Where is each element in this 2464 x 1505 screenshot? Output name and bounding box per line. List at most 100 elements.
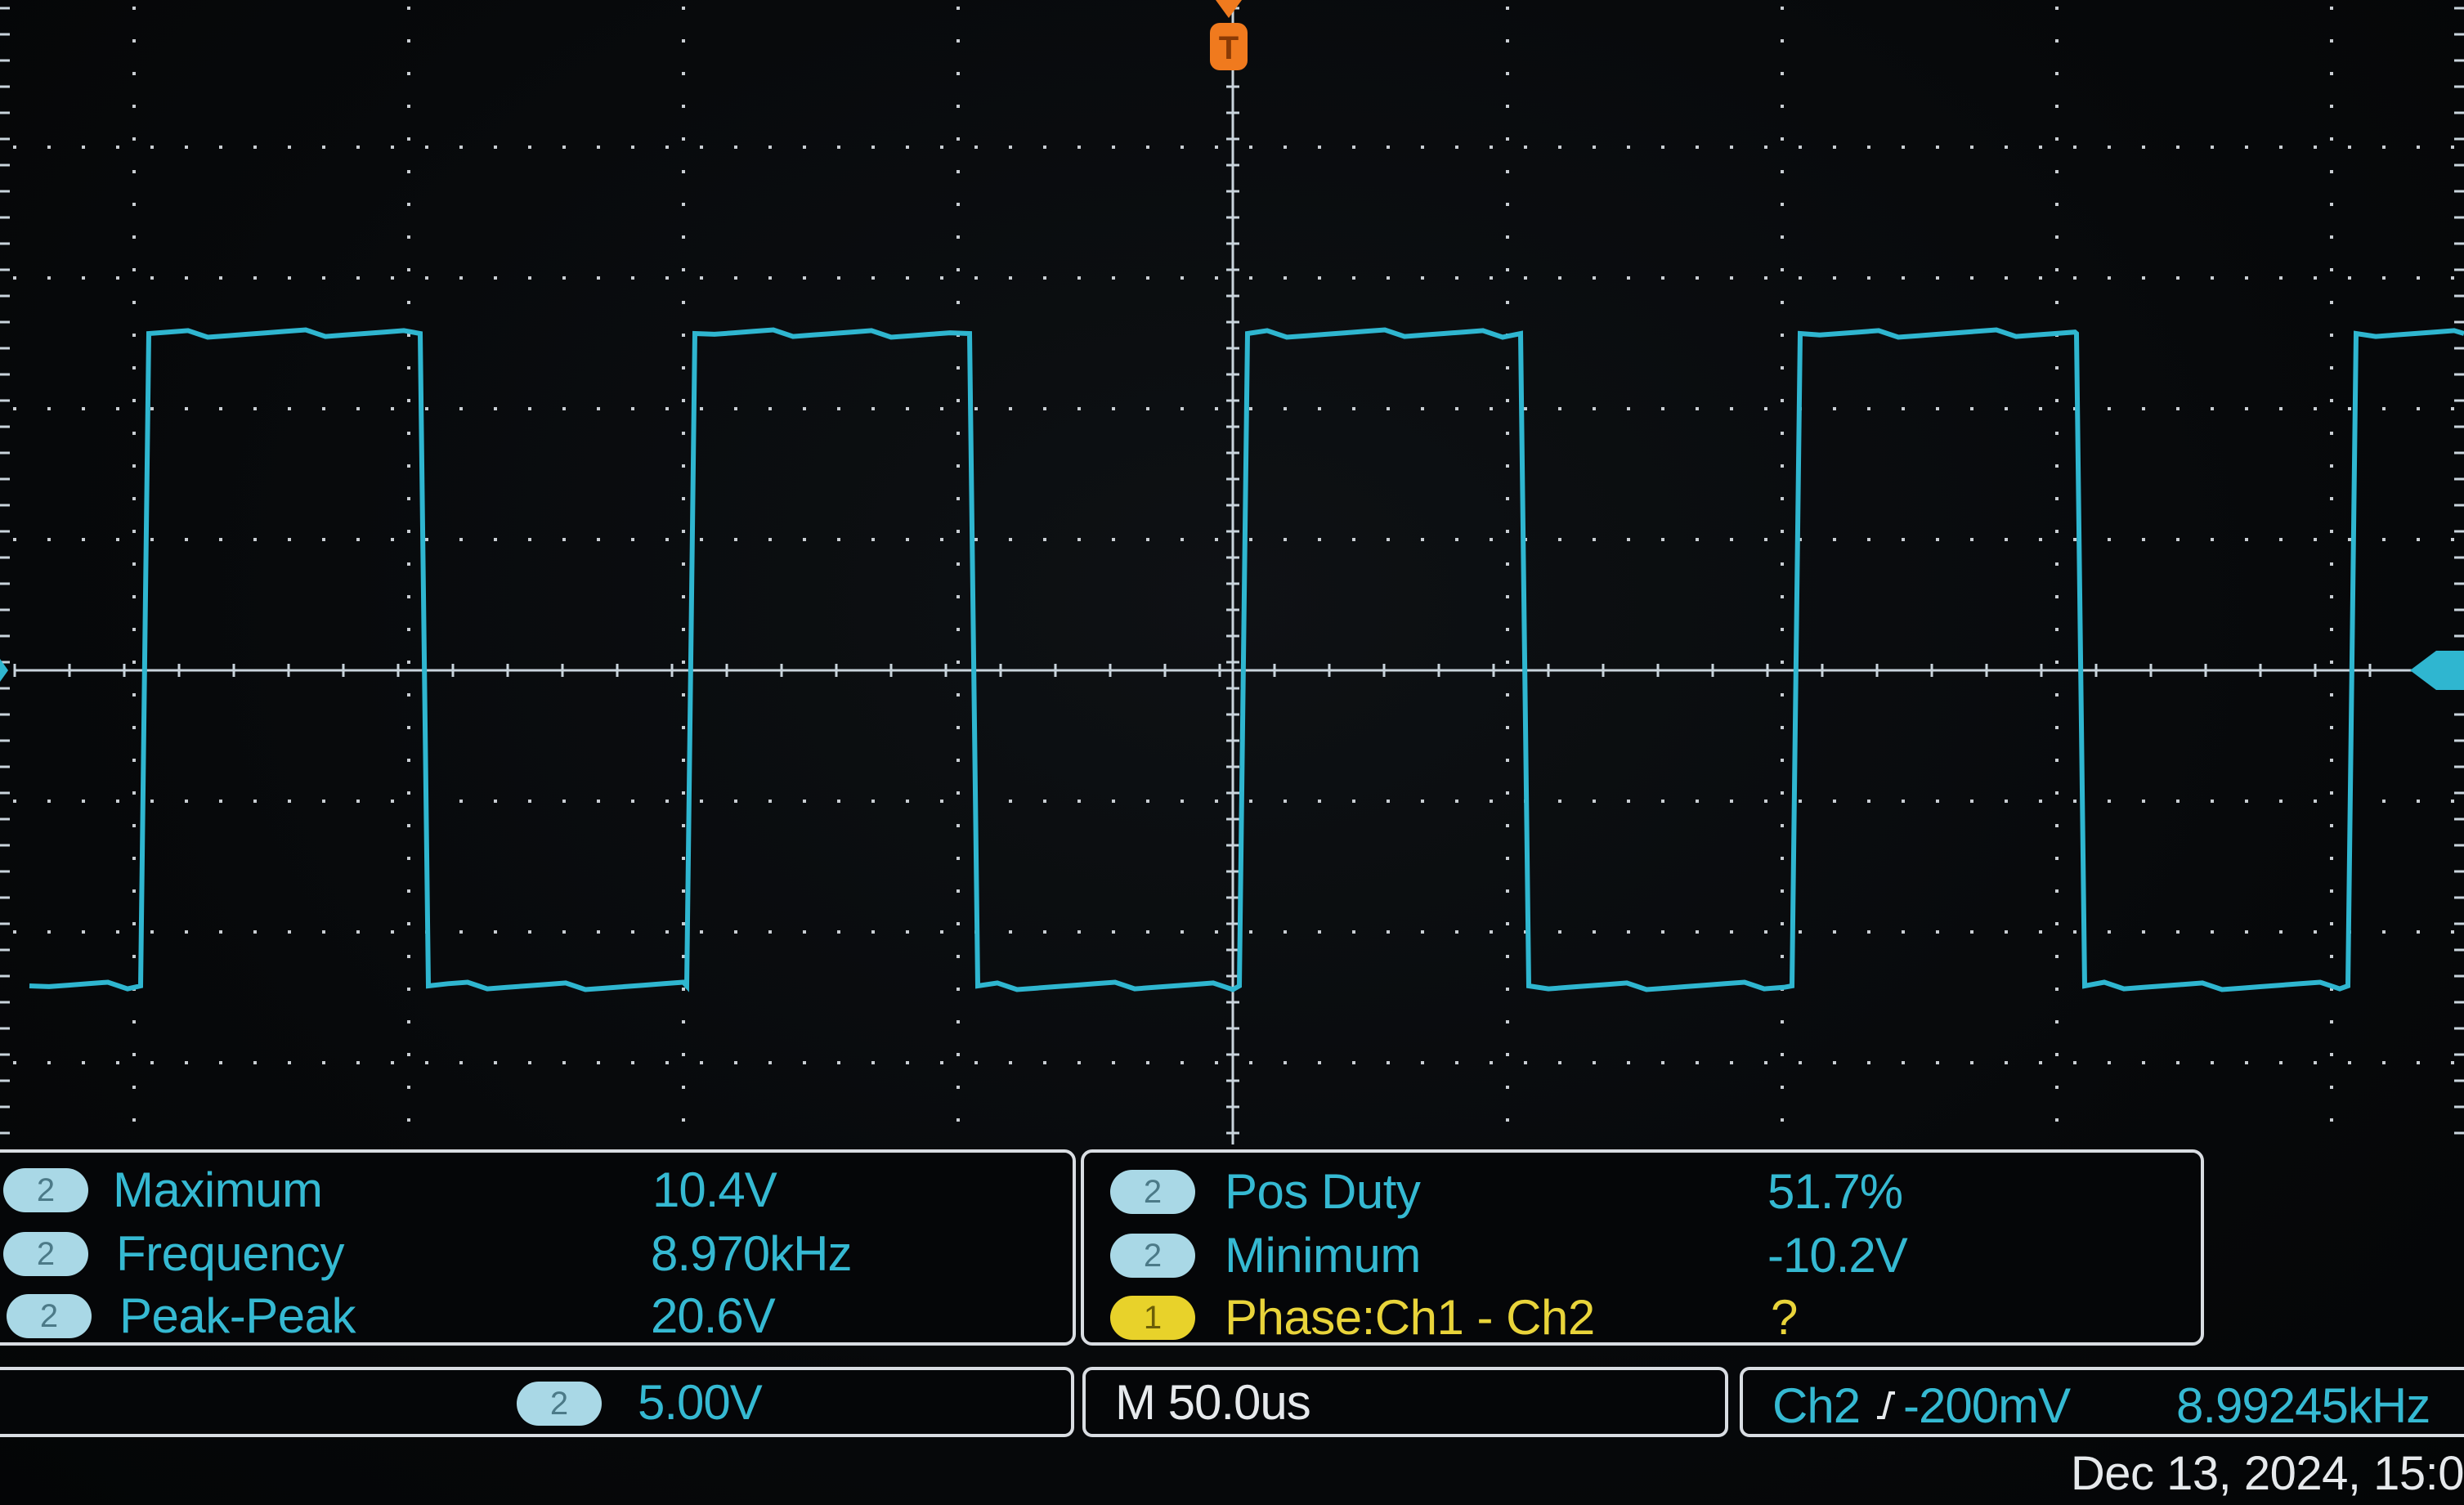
grid-dot	[2176, 930, 2180, 934]
grid-dot	[253, 1061, 257, 1064]
grid-dot	[974, 407, 978, 410]
grid-dot	[1284, 276, 1287, 280]
grid-dot	[665, 1061, 669, 1064]
grid-dot	[1936, 538, 1939, 541]
grid-dot	[2330, 1118, 2333, 1122]
grid-dot	[47, 930, 51, 934]
grid-dot	[1506, 235, 1509, 239]
grid-dot	[132, 203, 136, 206]
grid-dot	[1112, 1061, 1115, 1064]
grid-dot	[150, 800, 154, 803]
grid-dot	[2055, 170, 2059, 173]
grid-dot	[1558, 146, 1561, 149]
grid-dot	[1506, 1020, 1509, 1023]
grid-dot	[2382, 538, 2386, 541]
grid-dot	[1867, 276, 1870, 280]
grid-dot	[1490, 407, 1493, 410]
grid-dot	[391, 930, 394, 934]
grid-dot	[1627, 800, 1630, 803]
grid-dot	[82, 407, 85, 410]
grid-dot	[1833, 407, 1836, 410]
grid-dot	[837, 276, 840, 280]
grid-dot	[1627, 276, 1630, 280]
grid-dot	[1781, 203, 1784, 206]
grid-dot	[2005, 800, 2008, 803]
grid-dot	[700, 800, 703, 803]
grid-dot	[2142, 930, 2145, 934]
grid-dot	[665, 276, 669, 280]
grid-dot	[2211, 930, 2214, 934]
grid-dot	[2279, 276, 2283, 280]
grid-dot	[1043, 930, 1046, 934]
grid-dot	[2055, 268, 2059, 271]
grid-dot	[253, 146, 257, 149]
grid-dot	[459, 538, 463, 541]
grid-dot	[1781, 1086, 1784, 1089]
grid-dot	[682, 530, 685, 533]
grid-dot	[1077, 146, 1081, 149]
grid-dot	[562, 930, 566, 934]
grid-dot	[2142, 276, 2145, 280]
grid-dot	[407, 366, 410, 370]
grid-dot	[2142, 538, 2145, 541]
grid-dot	[956, 137, 960, 141]
grid-dot	[1781, 922, 1784, 925]
measurement-row: 2 Pos Duty 51.7%	[1084, 1162, 2201, 1221]
grid-dot	[940, 146, 943, 149]
grid-dot	[47, 407, 51, 410]
grid-dot	[391, 146, 394, 149]
grid-dot	[1506, 366, 1509, 370]
grid-dot	[2314, 930, 2317, 934]
grid-dot	[1524, 276, 1527, 280]
grid-dot	[1970, 407, 1973, 410]
grid-dot	[1455, 930, 1458, 934]
grid-dot	[288, 276, 291, 280]
grid-dot	[682, 628, 685, 631]
grid-dot	[1455, 800, 1458, 803]
grid-dot	[1352, 538, 1355, 541]
grid-dot	[1077, 276, 1081, 280]
grid-dot	[2348, 1061, 2351, 1064]
grid-dot	[2245, 800, 2248, 803]
grid-dot	[2039, 146, 2042, 149]
grid-dot	[1833, 146, 1836, 149]
svg-text:T: T	[1219, 30, 1239, 66]
grid-dot	[1506, 105, 1509, 108]
grid-dot	[2055, 137, 2059, 141]
grid-dot	[2330, 562, 2333, 566]
grid-dot	[528, 800, 531, 803]
grid-dot	[13, 538, 16, 541]
grid-dot	[597, 276, 600, 280]
grid-dot	[528, 930, 531, 934]
grid-dot	[837, 538, 840, 541]
grid-dot	[1506, 7, 1509, 10]
measurement-name: Phase:Ch1 - Ch2	[1225, 1290, 1595, 1345]
grid-dot	[407, 497, 410, 500]
measurement-name: Frequency	[116, 1226, 344, 1281]
grid-dot	[682, 889, 685, 893]
timebase-value: M 50.0us	[1115, 1375, 1311, 1430]
grid-dot	[1902, 800, 1905, 803]
grid-dot	[1490, 800, 1493, 803]
grid-dot	[1970, 276, 1973, 280]
grid-dot	[407, 170, 410, 173]
grid-dot	[407, 399, 410, 402]
grid-dot	[1781, 693, 1784, 697]
grid-dot	[682, 562, 685, 566]
grid-dot	[356, 1061, 360, 1064]
grid-dot	[1661, 538, 1664, 541]
grid-dot	[459, 800, 463, 803]
grid-dot	[132, 857, 136, 860]
grid-dot	[1215, 800, 1218, 803]
grid-dot	[1009, 407, 1012, 410]
grid-dot	[1781, 366, 1784, 370]
grid-dot	[2417, 276, 2420, 280]
grid-dot	[425, 407, 428, 410]
grid-dot	[1781, 497, 1784, 500]
grid-dot	[1284, 538, 1287, 541]
grid-dot	[47, 1061, 51, 1064]
grid-dot	[132, 268, 136, 271]
grid-dot	[1352, 407, 1355, 410]
measurement-value: 8.970kHz	[651, 1226, 852, 1281]
grid-dot	[150, 276, 154, 280]
